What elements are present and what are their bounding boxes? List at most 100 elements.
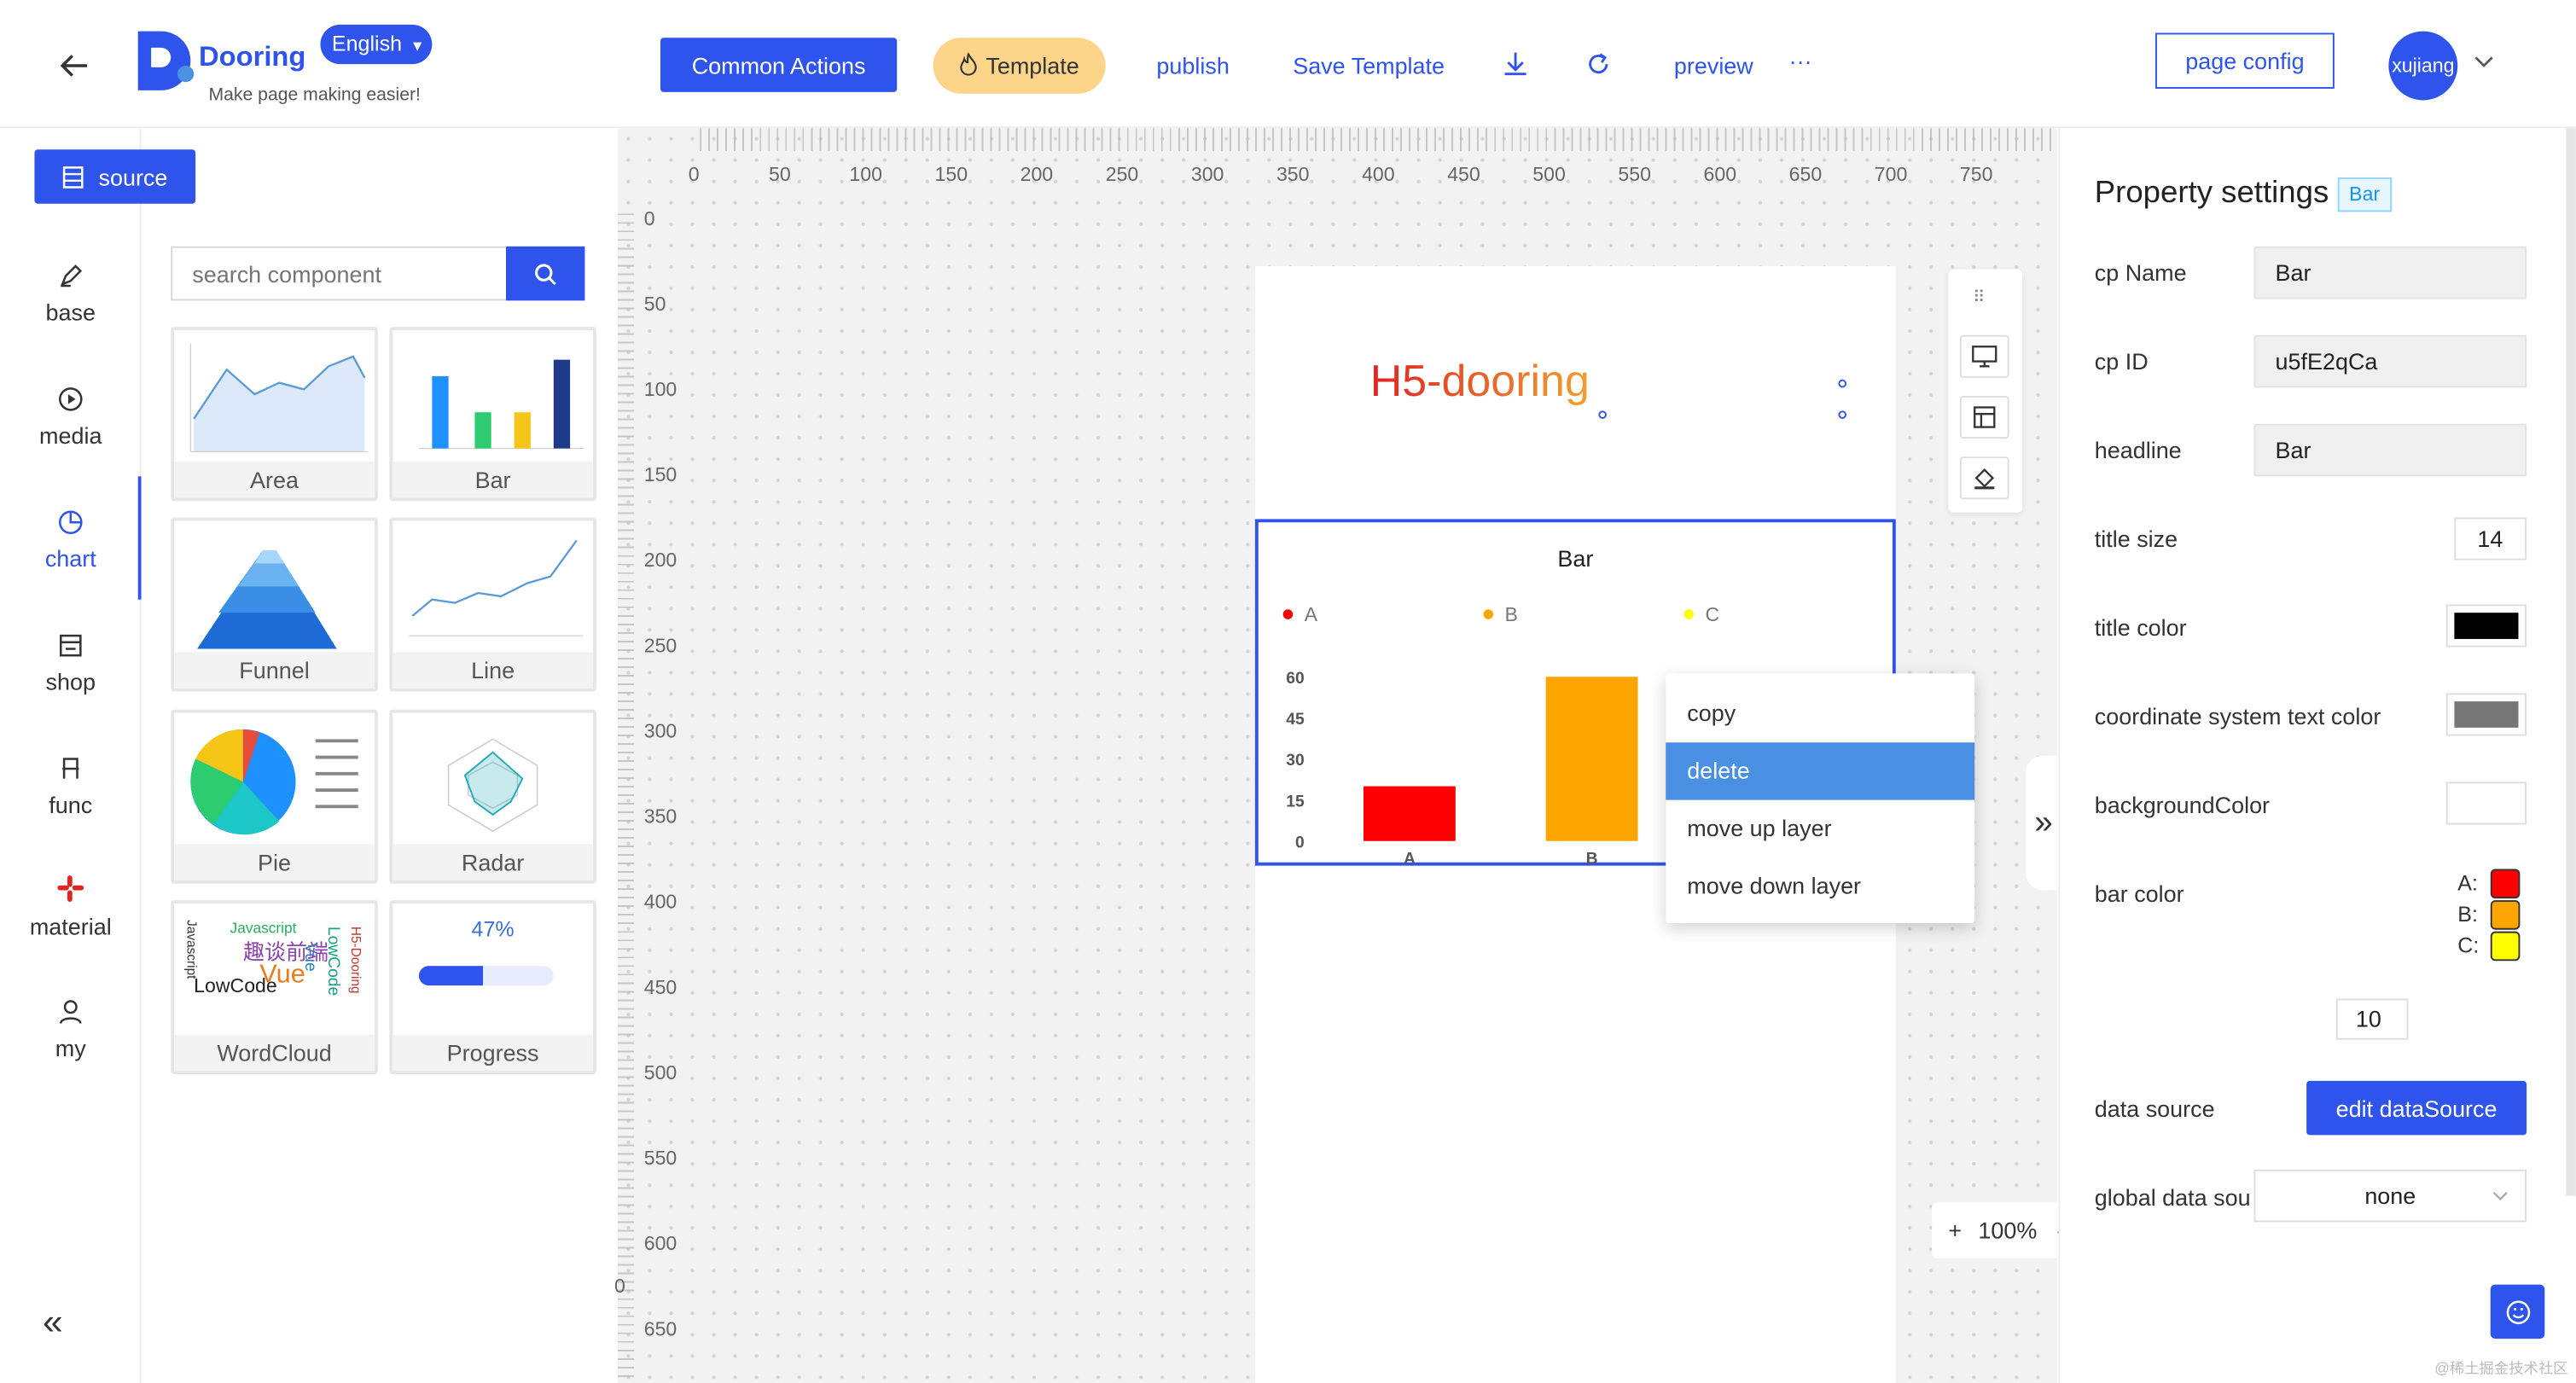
global-data-label: global data sou [2094,1184,2251,1211]
resize-handle[interactable] [1838,379,1847,388]
language-selector[interactable]: English ▼ [320,24,433,65]
avatar[interactable]: xujiang [2388,31,2458,101]
pie-chart-icon [59,510,83,535]
component-card-line[interactable]: Line [389,517,596,692]
component-type-badge: Bar [2337,177,2392,212]
chevron-down-icon [2492,1191,2508,1201]
component-label: Pie [174,844,375,880]
sidebar-item-shop[interactable]: shop [0,632,142,694]
ruler-tick-label: 650 [1788,162,1823,186]
bar-color-label: bar color [2094,880,2184,907]
heading-text[interactable]: H5-dooring [1370,357,1590,408]
ruler-tick-label: 250 [1105,162,1139,186]
progress-percent: 47% [471,916,515,942]
sidebar-item-func[interactable]: func [0,756,142,818]
component-card-bar[interactable]: Bar [389,327,596,502]
canvas-toolbar: ⠿ [1948,269,2023,513]
component-card-area[interactable]: Area [171,327,378,502]
sidebar-item-label: chart [44,545,96,572]
category-sidebar: base media chart shop func material my « [0,128,142,1383]
bar-color-swatch-a[interactable] [2490,868,2521,898]
background-color-picker[interactable] [2445,782,2527,825]
sidebar-item-chart[interactable]: chart [0,509,142,572]
ruler-tick-label: 150 [643,462,677,486]
component-card-progress[interactable]: 47% Progress [389,900,596,1075]
search-input[interactable] [171,246,508,301]
help-button[interactable] [2490,1284,2545,1339]
preview-link[interactable]: preview [1674,53,1753,79]
panel-title: Property settings [2094,176,2329,211]
back-arrow-icon[interactable] [59,53,89,79]
more-icon[interactable]: ··· [1789,48,1812,74]
sidebar-item-media[interactable]: media [0,386,142,449]
layout-button[interactable] [1959,395,2009,439]
drag-handle-icon[interactable]: ⠿ [1973,289,1985,307]
undo-icon[interactable] [1585,51,1612,78]
publish-link[interactable]: publish [1156,53,1229,79]
sidebar-item-material[interactable]: material [0,874,142,939]
bar-color-name: C: [2457,933,2480,958]
sidebar-item-base[interactable]: base [0,263,142,325]
component-card-radar[interactable]: Radar [389,709,596,884]
ruler-tick-label: 550 [643,1146,677,1170]
menu-item-delete[interactable]: delete [1666,742,1975,800]
bar-color-swatch-b[interactable] [2490,899,2521,929]
menu-item-move-up-layer[interactable]: move up layer [1666,800,1974,857]
y-tick-label: 60 [1286,670,1304,688]
headline-input[interactable]: Bar [2253,423,2527,477]
ruler-tick-label: 50 [769,162,791,186]
fire-icon [960,51,978,80]
common-actions-button[interactable]: Common Actions [660,38,898,92]
ruler-tick-label: 600 [643,1231,677,1255]
download-icon[interactable] [1503,51,1528,78]
layout-icon [1974,406,1996,428]
component-card-pie[interactable]: Pie [171,709,378,884]
top-header: Dooring English ▼ Make page making easier… [0,0,2576,129]
bar-color-swatch-c[interactable] [2490,930,2521,961]
template-button[interactable]: Template [933,38,1106,94]
sidebar-item-label: func [49,791,93,818]
component-card-wordcloud[interactable]: Javascript 趣谈前端 LowCode Vue LowCode Javascrip… [171,900,378,1075]
collapse-sidebar-icon[interactable]: « [43,1301,63,1344]
shop-icon [59,634,82,657]
source-button[interactable]: source [34,149,196,204]
ruler-tick-label: 50 [643,292,666,316]
headline-label: headline [2094,437,2182,463]
cp-id-input[interactable]: u5fE2qCa [2253,334,2527,388]
scrollbar[interactable] [2566,128,2576,1196]
caret-down-icon: ▼ [410,38,425,55]
bar-color-name: A: [2457,870,2478,896]
cp-name-input[interactable]: Bar [2253,246,2527,299]
title-size-input[interactable]: 14 [2454,517,2527,561]
page-config-button[interactable]: page config [2154,32,2335,89]
y-tick-label: 0 [1295,834,1305,851]
save-template-link[interactable]: Save Template [1293,53,1445,79]
bar-color-list: A: B: C: [2457,868,2521,962]
funnel-thumbnail [197,549,337,649]
zoom-in-button[interactable]: + [1948,1217,1962,1244]
menu-item-copy[interactable]: copy [1666,685,1974,742]
coordinate-color-picker[interactable] [2445,693,2527,736]
resize-handle[interactable] [1598,410,1607,419]
template-label: Template [986,52,1079,79]
component-card-funnel[interactable]: Funnel [171,517,378,692]
ruler-tick-label: 350 [1276,162,1310,186]
search-button[interactable] [505,246,585,301]
menu-item-move-down-layer[interactable]: move down layer [1666,857,1974,915]
desktop-view-button[interactable] [1959,334,2009,378]
legend-label: B [1505,603,1518,625]
title-color-label: title color [2094,614,2187,641]
title-color-picker[interactable] [2445,604,2527,648]
expand-panel-button[interactable]: » [2025,755,2062,891]
tagline: Make page making easier! [208,85,421,106]
edit-datasource-button[interactable]: edit dataSource [2306,1080,2527,1136]
chevron-down-icon[interactable] [2474,55,2494,68]
ruler-tick-label: 100 [849,162,882,186]
number-input[interactable]: 10 [2335,998,2409,1040]
wordcloud-thumbnail: Javascript趣谈前端LowCodeVue LowCodeJavascrip… [183,920,363,997]
ruler-tick-label: 500 [1532,162,1566,186]
format-button[interactable] [1959,456,2009,500]
sidebar-item-my[interactable]: my [0,999,142,1061]
resize-handle[interactable] [1838,410,1847,419]
global-data-select[interactable]: none [2253,1169,2527,1223]
